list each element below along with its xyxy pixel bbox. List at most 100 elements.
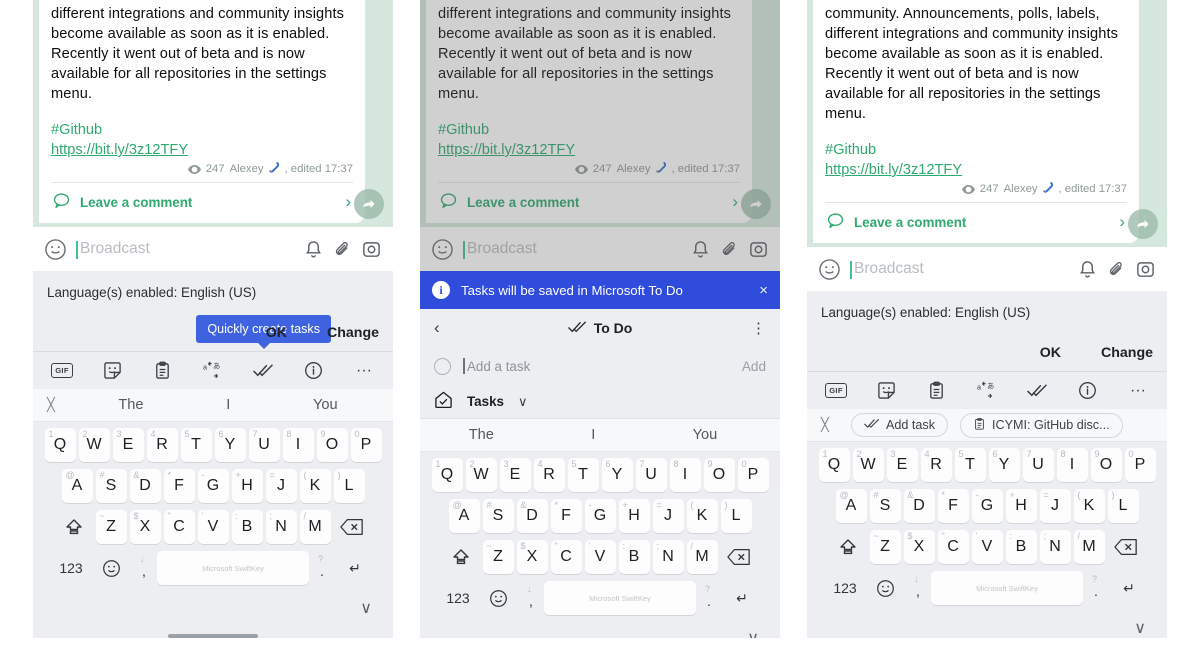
checkbox-circle-icon[interactable] [434, 357, 451, 375]
more-icon[interactable]: ··· [1123, 382, 1153, 400]
key-b[interactable]: :B [618, 540, 650, 574]
key-x[interactable]: $ X [129, 510, 161, 544]
key-a[interactable]: @ A [835, 489, 867, 523]
close-icon[interactable]: × [759, 282, 768, 299]
key-s[interactable]: # S [482, 499, 514, 533]
key-i[interactable]: 8I [1056, 448, 1088, 482]
key-g[interactable]: -G [197, 469, 229, 503]
key-k[interactable]: (K [299, 469, 331, 503]
todo-list-selector[interactable]: Tasks ∨ [420, 385, 780, 419]
bell-icon[interactable] [1078, 260, 1097, 279]
add-button[interactable]: Add [742, 359, 766, 374]
gif-icon[interactable]: GIF [821, 383, 851, 398]
clipboard-icon[interactable] [148, 361, 178, 380]
key-f[interactable]: * F [550, 499, 582, 533]
numeric-key[interactable]: 123 [825, 571, 865, 605]
key-c[interactable]: " C [163, 510, 195, 544]
camera-icon[interactable] [749, 240, 768, 259]
key-f[interactable]: * F [937, 489, 969, 523]
translate-icon[interactable]: aあ [972, 381, 1002, 400]
numeric-key[interactable]: 123 [438, 581, 478, 615]
suggestion-word-2[interactable]: I [226, 397, 230, 413]
key-y[interactable]: 6Y [601, 458, 633, 492]
key-v[interactable]: ' V [197, 510, 229, 544]
sticker-icon[interactable] [871, 381, 901, 400]
suggestion-word-2[interactable]: I [591, 427, 595, 443]
comma-key[interactable]: ↓, [518, 581, 544, 615]
info-icon[interactable] [1073, 381, 1103, 400]
enter-key[interactable]: ↵ [335, 551, 375, 585]
numeric-key[interactable]: 123 [51, 551, 91, 585]
key-q[interactable]: 1Q [44, 428, 76, 462]
message-link[interactable]: https://bit.ly/3z12TFY [51, 140, 353, 160]
key-p[interactable]: 0P [737, 458, 769, 492]
key-y[interactable]: 6Y [214, 428, 246, 462]
key-b[interactable]: :B [231, 510, 263, 544]
home-indicator[interactable] [168, 634, 258, 638]
key-e[interactable]: 3E [886, 448, 918, 482]
bell-icon[interactable] [691, 240, 710, 259]
key-l[interactable]: ) L [1107, 489, 1139, 523]
more-icon[interactable]: ··· [349, 362, 379, 380]
message-link[interactable]: https://bit.ly/3z12TFY [438, 140, 740, 160]
key-n[interactable]: ; N [652, 540, 684, 574]
key-v[interactable]: ' V [584, 540, 616, 574]
camera-icon[interactable] [362, 240, 381, 259]
key-q[interactable]: 1Q [818, 448, 850, 482]
key-g[interactable]: -G [971, 489, 1003, 523]
key-r[interactable]: 4R [146, 428, 178, 462]
space-key[interactable]: Microsoft SwiftKey [544, 581, 696, 615]
change-button[interactable]: Change [327, 325, 379, 341]
paperclip-icon[interactable] [333, 240, 352, 259]
sticker-icon[interactable] [45, 238, 66, 260]
message-bubble[interactable]: community. Announcements, polls, labels,… [813, 0, 1139, 243]
key-o[interactable]: 9O [316, 428, 348, 462]
key-j[interactable]: = J [265, 469, 297, 503]
period-key[interactable]: ?. [1083, 571, 1109, 605]
forward-button[interactable] [1128, 209, 1158, 239]
tasks-checkmark-icon[interactable] [248, 361, 278, 380]
close-suggestions-icon[interactable]: ╳ [821, 417, 851, 433]
key-w[interactable]: 2W [465, 458, 497, 492]
suggestion-word-1[interactable]: The [118, 397, 143, 413]
sticker-icon[interactable] [432, 238, 453, 260]
clipboard-icon[interactable] [922, 381, 952, 400]
emoji-key[interactable] [91, 551, 131, 585]
tasks-checkmark-icon[interactable] [1022, 381, 1052, 400]
ok-button[interactable]: OK [266, 325, 287, 341]
key-z[interactable]: ~ Z [95, 510, 127, 544]
close-suggestions-icon[interactable]: ╳ [47, 397, 77, 413]
key-r[interactable]: 4R [920, 448, 952, 482]
paperclip-icon[interactable] [720, 240, 739, 259]
key-f[interactable]: * F [163, 469, 195, 503]
change-button[interactable]: Change [1101, 345, 1153, 361]
key-q[interactable]: 1Q [431, 458, 463, 492]
emoji-key[interactable] [478, 581, 518, 615]
message-hashtag[interactable]: #Github [438, 120, 740, 140]
leave-a-comment-button[interactable]: Leave a comment › [51, 183, 353, 215]
enter-key[interactable]: ↵ [1109, 571, 1149, 605]
chip-add-task[interactable]: Add task [851, 413, 949, 437]
key-s[interactable]: # S [869, 489, 901, 523]
period-key[interactable]: ?. [309, 551, 335, 585]
compose-bar[interactable]: Broadcast [420, 227, 780, 271]
key-j[interactable]: = J [1039, 489, 1071, 523]
emoji-key[interactable] [865, 571, 905, 605]
key-j[interactable]: = J [652, 499, 684, 533]
key-g[interactable]: -G [584, 499, 616, 533]
broadcast-input[interactable]: Broadcast [463, 240, 681, 259]
key-a[interactable]: @ A [61, 469, 93, 503]
gif-icon[interactable]: GIF [47, 363, 77, 378]
chevron-down-icon[interactable]: ∨ [518, 394, 528, 410]
camera-icon[interactable] [1136, 260, 1155, 279]
comma-key[interactable]: ↓, [131, 551, 157, 585]
key-o[interactable]: 9O [703, 458, 735, 492]
suggestion-word-3[interactable]: You [693, 427, 718, 443]
ok-button[interactable]: OK [1040, 345, 1061, 361]
paperclip-icon[interactable] [1107, 260, 1126, 279]
key-z[interactable]: ~ Z [482, 540, 514, 574]
key-n[interactable]: ; N [265, 510, 297, 544]
key-t[interactable]: 5T [954, 448, 986, 482]
key-k[interactable]: (K [1073, 489, 1105, 523]
compose-bar[interactable]: Broadcast [33, 227, 393, 271]
